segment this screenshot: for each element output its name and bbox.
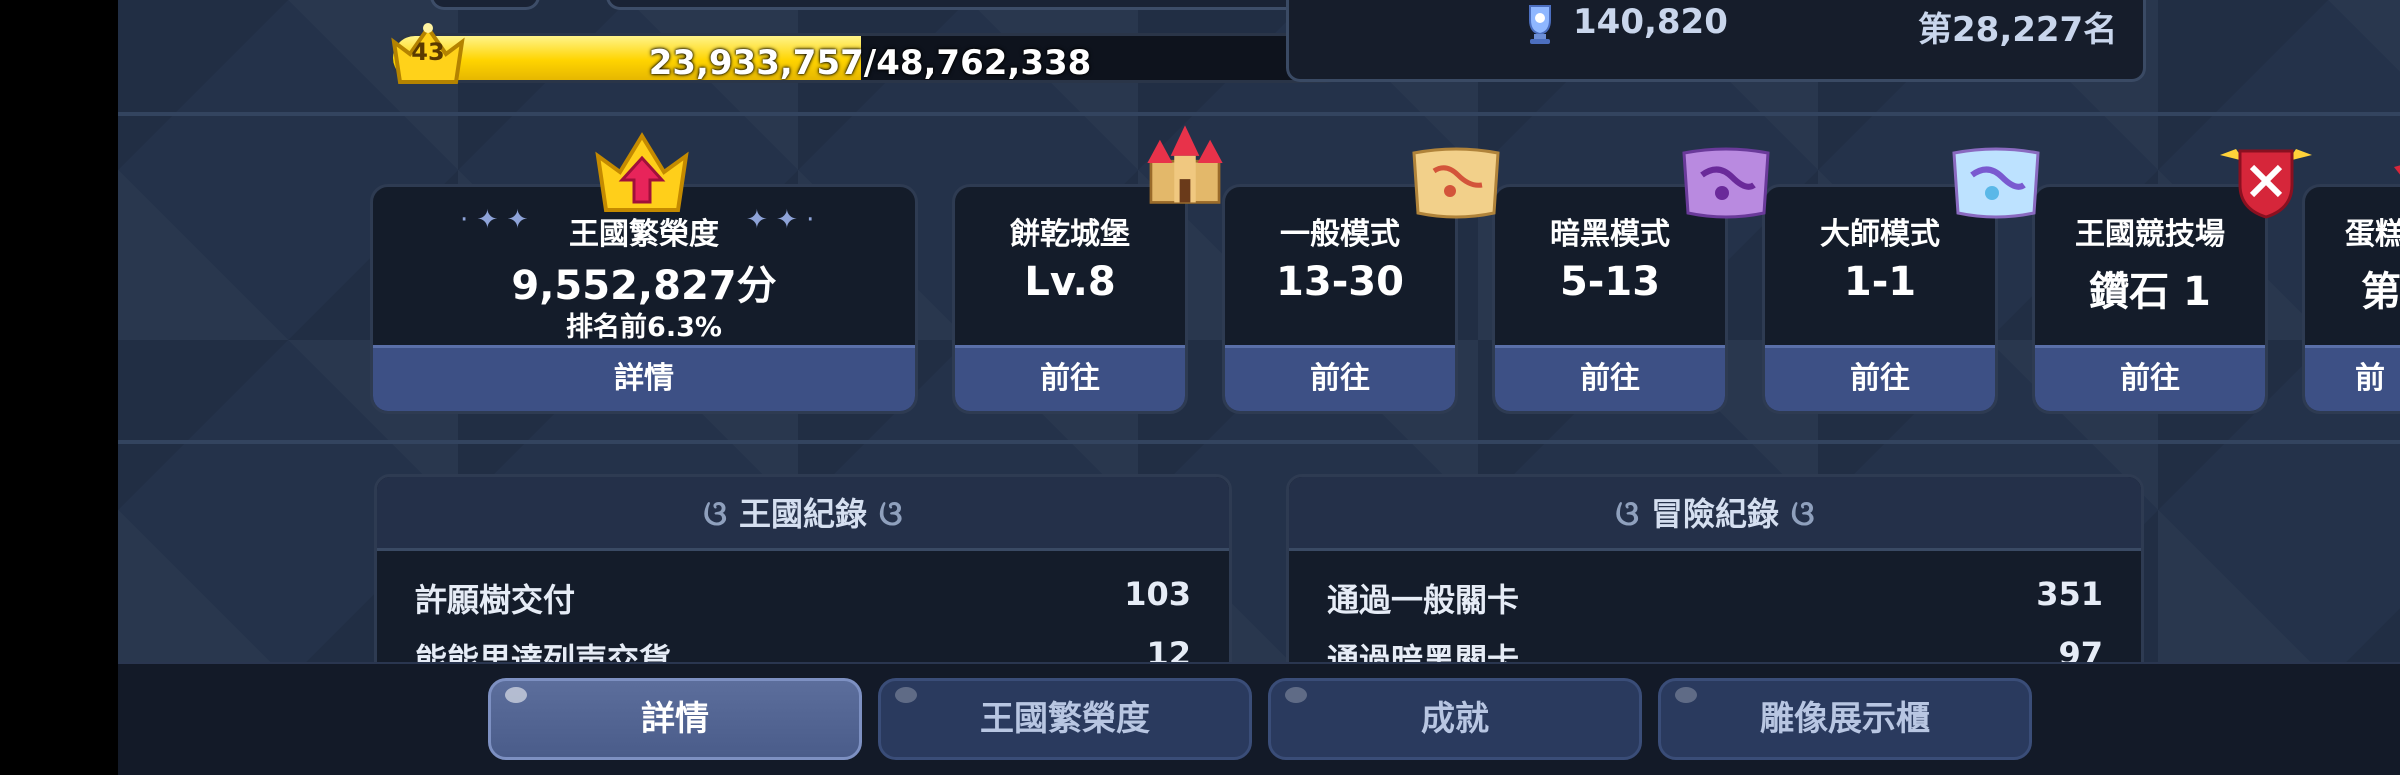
card-value: 5-13 — [1559, 259, 1661, 305]
card-kingdom-prosperity: 王國繁榮度 9,552,827分 排名前6.3% 詳情 — [370, 184, 918, 414]
record-row: 通過一般關卡 351 — [1289, 551, 2141, 619]
arena-rank: 第28,227名 — [1918, 10, 2118, 50]
adventure-record-header: ଓ 冒險紀錄 ଓ — [1289, 477, 2141, 551]
go-button[interactable]: 前往 — [1495, 345, 1725, 411]
castle-icon — [1147, 125, 1223, 204]
kingdom-record-header: ଓ 王國紀錄 ଓ — [377, 477, 1229, 551]
card-title: 餅乾城堡 — [1010, 217, 1130, 252]
tab-statue-showcase[interactable]: 雕像展示櫃 — [1658, 678, 2032, 760]
tab-label: 詳情 — [641, 699, 709, 739]
card-subvalue: 排名前6.3% — [566, 312, 722, 343]
bottom-tab-bar: 詳情 王國繁榮度 成就 雕像展示櫃 — [118, 662, 2400, 775]
tab-kingdom-prosperity[interactable]: 王國繁榮度 — [878, 678, 1252, 760]
tab-details[interactable]: 詳情 — [488, 678, 862, 760]
sparkle-left-icon: · ✦ ✦ — [460, 205, 529, 235]
record-row: 許願樹交付 103 — [377, 551, 1229, 619]
xp-progress-bar: 23,933,757/48,762,338 — [390, 33, 1350, 83]
card-value: 第 — [2361, 269, 2400, 315]
map-scroll-icon — [1412, 147, 1500, 219]
go-button[interactable]: 前往 — [1225, 345, 1455, 411]
player-level: 43 — [411, 38, 445, 66]
kingdom-record-title: 王國紀錄 — [738, 495, 867, 533]
card-value: 鑽石 1 — [2089, 269, 2211, 315]
crown-up-icon — [595, 132, 689, 212]
divider-middle — [118, 440, 2400, 444]
tab-shine — [505, 687, 527, 703]
details-button[interactable]: 詳情 — [373, 345, 915, 411]
record-value: 351 — [2036, 575, 2103, 613]
card-value: Lv.8 — [1024, 259, 1116, 305]
swirl-left-icon: ଓ — [1615, 494, 1639, 534]
tab-shine — [895, 687, 917, 703]
cake-icon — [2394, 165, 2400, 175]
card-value: 9,552,827分 — [511, 263, 777, 309]
trophy-icon — [1529, 5, 1551, 44]
tab-label: 王國繁榮度 — [980, 699, 1150, 739]
go-button[interactable]: 前 — [2305, 345, 2400, 411]
top-stub-mid — [606, 0, 1326, 10]
go-button[interactable]: 前往 — [2035, 345, 2265, 411]
tab-shine — [1285, 687, 1307, 703]
tab-achievements[interactable]: 成就 — [1268, 678, 1642, 760]
go-button[interactable]: 前往 — [955, 345, 1185, 411]
master-map-icon — [1952, 147, 2040, 219]
adventure-record-title: 冒險紀錄 — [1650, 495, 1779, 533]
card-title: 王國繁榮度 — [569, 217, 719, 252]
go-button[interactable]: 前往 — [1765, 345, 1995, 411]
swirl-right-icon: ଓ — [1791, 494, 1815, 534]
divider-top — [118, 112, 2400, 116]
arena-score: 140,820 — [1573, 2, 1728, 42]
top-stub-left — [430, 0, 540, 10]
arena-shield-icon — [2220, 149, 2312, 219]
sparkle-right-icon: ✦ ✦ · — [746, 205, 815, 235]
record-value: 103 — [1124, 575, 1191, 613]
card-value: 1-1 — [1843, 259, 1917, 305]
tab-label: 雕像展示櫃 — [1760, 699, 1930, 739]
swirl-left-icon: ଓ — [703, 494, 727, 534]
profile-screen: 23,933,757/48,762,338 43 140,820 第28,227… — [118, 0, 2400, 775]
card-value: 13-30 — [1276, 259, 1404, 305]
card-cookie-castle: 餅乾城堡 Lv.8 前往 — [952, 184, 1188, 414]
tab-shine — [1675, 687, 1697, 703]
xp-progress-text: 23,933,757/48,762,338 — [648, 43, 1092, 83]
swirl-right-icon: ଓ — [879, 494, 903, 534]
tab-label: 成就 — [1421, 699, 1489, 739]
dark-map-icon — [1682, 147, 1770, 219]
